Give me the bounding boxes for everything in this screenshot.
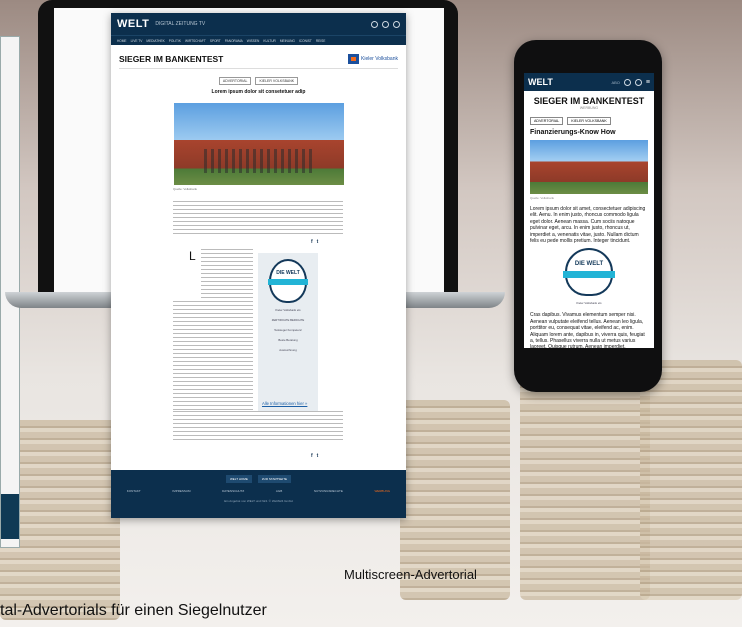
user-icon[interactable]: [393, 20, 400, 28]
page-title: SIEGER IM BANKENTEST: [533, 96, 645, 106]
footer-link[interactable]: WERBUNG: [374, 489, 390, 493]
mobile-article-page: WELT ABO ≡ SIEGER IM BANKENTEST WERBUNG …: [524, 73, 654, 348]
body-text-block: [201, 249, 253, 299]
weather-icon[interactable]: [371, 20, 378, 28]
body-text-block: [173, 201, 343, 237]
menu-item[interactable]: WIRTSCHAFT: [185, 39, 206, 43]
seal-ribbon-text: Kieler Volksbank eG: [275, 308, 301, 312]
search-icon[interactable]: [382, 20, 389, 28]
page-title: SIEGER IM BANKENTEST: [119, 54, 224, 64]
body-text-block: [173, 301, 253, 411]
menu-item[interactable]: PANORAMA: [225, 39, 243, 43]
seal-sidebar: DIE WELT Kieler Volksbank eG ZERTIFIKATE…: [258, 253, 318, 411]
article-headline: Finanzierungs-Know How: [530, 129, 616, 136]
welt-logo[interactable]: WELT: [117, 18, 149, 30]
menu-item[interactable]: LIVE TV: [131, 39, 143, 43]
menu-item[interactable]: MEINUNG: [280, 39, 295, 43]
volksbank-logo[interactable]: Kieler Volksbank: [348, 54, 398, 64]
article-paragraph: Lorem ipsum dolor sit amet, consectetuer…: [530, 206, 646, 245]
footer-link[interactable]: IMPRESSUM: [172, 489, 190, 493]
twitter-icon[interactable]: t: [317, 239, 319, 245]
photo-caption: Quelle: Volksbank: [173, 187, 198, 191]
startseite-button[interactable]: ZUR STARTSEITE: [257, 475, 292, 483]
more-info-link[interactable]: Alle Informationen hier »: [262, 401, 307, 406]
user-icon[interactable]: [634, 78, 642, 86]
article-headline: Lorem ipsum dolor sit consetetuer adip: [211, 89, 306, 95]
volksbank-mark-icon: [348, 54, 360, 64]
welt-seal-badge[interactable]: DIE WELT: [268, 259, 308, 303]
coin-stack: [640, 360, 742, 600]
footer-link[interactable]: DATENSCHUTZ: [222, 489, 244, 493]
seal-line: ZERTIFIKATE BERICHTE: [271, 318, 305, 322]
bank-building-photo: [530, 140, 648, 194]
menu-item[interactable]: WISSEN: [247, 39, 260, 43]
share-bar-bottom: f t: [311, 453, 318, 459]
seal-line: Auszeichnung: [279, 348, 297, 352]
menu-item[interactable]: HOME: [117, 39, 127, 43]
menu-item[interactable]: ICONIST: [299, 39, 312, 43]
bottom-caption: tal-Advertorials für einen Siegelnutzer: [0, 602, 267, 619]
abo-link[interactable]: ABO: [611, 80, 619, 85]
footer-link[interactable]: AGB: [276, 489, 282, 493]
welt-seal-badge[interactable]: DIE WELT: [563, 248, 615, 297]
mobile-header: WELT ABO ≡: [524, 73, 654, 91]
facebook-icon[interactable]: f: [311, 453, 313, 459]
desktop-footer: WELT HOME ZUR STARTSEITE KONTAKT IMPRESS…: [111, 470, 406, 518]
desktop-article-page: WELT DIGITAL ZEITUNG TV HOME LIVE TV MED…: [111, 13, 406, 518]
seal-ribbon-text: Kieler Volksbank eG: [576, 301, 602, 306]
multiscreen-caption: Multiscreen-Advertorial: [344, 567, 477, 582]
menu-item[interactable]: SPORT: [210, 39, 221, 43]
welt-logo[interactable]: WELT: [528, 77, 553, 87]
seal-line: Beste Beratung: [278, 338, 298, 342]
desktop-nav-text[interactable]: DIGITAL ZEITUNG TV: [155, 21, 205, 27]
seal-line: Testsieger Kompetenz: [274, 328, 302, 332]
bank-building-photo: [173, 103, 344, 185]
twitter-icon[interactable]: t: [317, 453, 319, 459]
search-icon[interactable]: [623, 78, 631, 86]
tag-advertorial[interactable]: ADVERTORIAL: [218, 77, 252, 85]
footer-copyright: Ein Angebot von WELT und N24. © WeltN24 …: [224, 499, 293, 503]
facebook-icon[interactable]: f: [311, 239, 313, 245]
article-paragraph: Cras dapibus. Vivamus elementum semper n…: [530, 312, 645, 348]
body-text-block: [173, 411, 343, 441]
tag-sponsor[interactable]: KIELER VOLKSBANK: [567, 117, 611, 125]
menu-item[interactable]: POLITIK: [169, 39, 181, 43]
welt-home-button[interactable]: WELT HOME: [225, 475, 252, 483]
menu-item[interactable]: REISE: [316, 39, 326, 43]
coin-stack: [520, 380, 650, 600]
page-subtitle: WERBUNG: [579, 106, 599, 110]
share-bar: f t: [311, 239, 318, 245]
desktop-menu: HOME LIVE TV MEDIATHEK POLITIK WIRTSCHAF…: [111, 35, 406, 45]
tag-sponsor[interactable]: KIELER VOLKSBANK: [255, 77, 299, 85]
menu-icon[interactable]: ≡: [646, 79, 650, 86]
footer-link[interactable]: NUTZUNGSRECHTE: [314, 489, 343, 493]
footer-link[interactable]: KONTAKT: [127, 489, 141, 493]
desktop-header: WELT DIGITAL ZEITUNG TV: [111, 13, 406, 35]
tag-advertorial[interactable]: ADVERTORIAL: [530, 117, 564, 125]
menu-item[interactable]: KULTUR: [263, 39, 276, 43]
photo-caption: Quelle: Volksbank: [530, 196, 555, 200]
dropcap: L: [189, 249, 196, 263]
menu-item[interactable]: MEDIATHEK: [146, 39, 164, 43]
